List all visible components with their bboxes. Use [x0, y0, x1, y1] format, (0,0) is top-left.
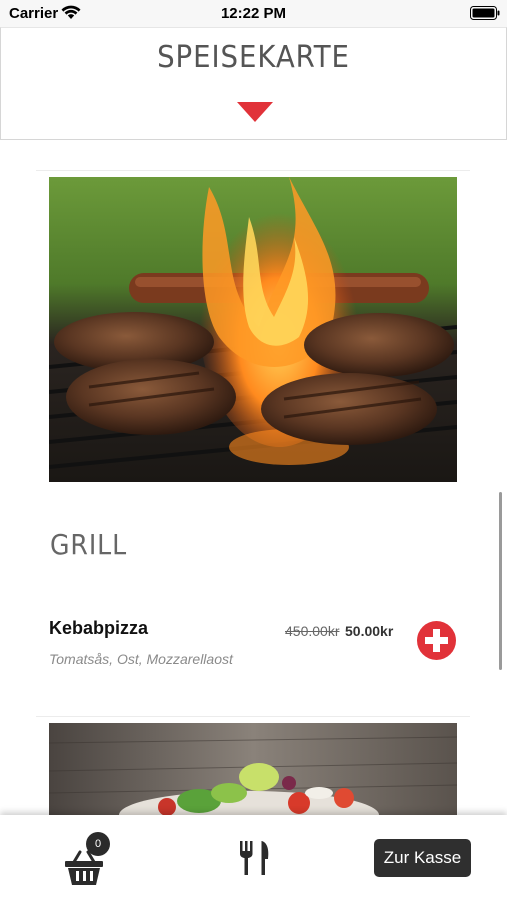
battery-icon — [470, 6, 500, 20]
add-to-cart-button[interactable] — [417, 621, 456, 660]
item-name: Kebabpizza — [49, 618, 149, 638]
clock: 12:22 PM — [220, 5, 287, 22]
menu-header[interactable]: SPEISEKARTE — [0, 27, 507, 140]
status-bar: Carrier 12:22 PM — [0, 0, 507, 27]
chevron-down-icon[interactable] — [237, 102, 273, 122]
category-title: GRILL — [50, 528, 128, 561]
plus-icon — [425, 629, 448, 652]
divider — [36, 716, 470, 717]
page-title: SPEISEKARTE — [157, 40, 350, 75]
item-description: Tomatsås, Ost, Mozzarellaost — [49, 651, 233, 667]
item-price-old: 450.00kr — [285, 623, 340, 639]
item-price: 50.00kr — [345, 623, 394, 639]
checkout-button[interactable]: Zur Kasse — [374, 839, 471, 877]
cutlery-icon[interactable] — [238, 841, 270, 875]
salad-category-image[interactable] — [49, 723, 457, 815]
cart-count-badge: 0 — [86, 832, 110, 856]
scrollbar[interactable] — [499, 492, 502, 670]
divider — [36, 170, 470, 171]
grill-category-image[interactable] — [49, 177, 457, 482]
